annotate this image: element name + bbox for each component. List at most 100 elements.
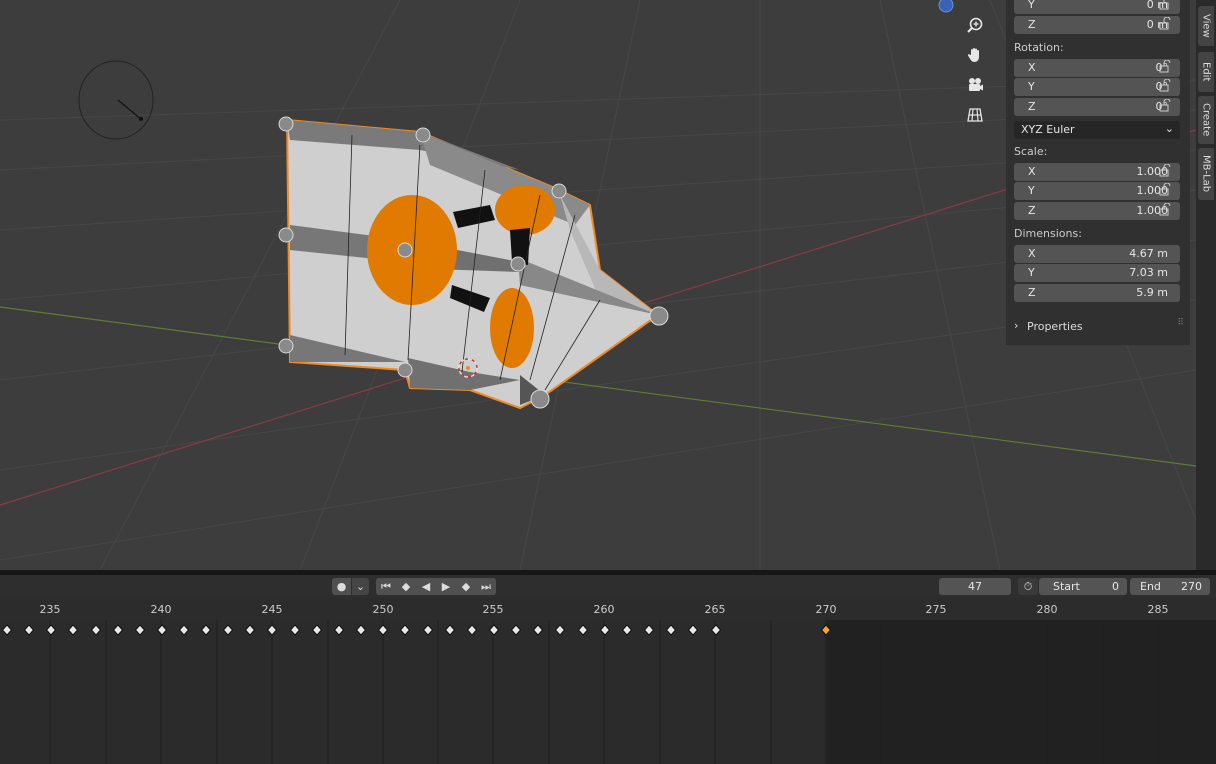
rotation-label: Rotation: — [1014, 41, 1064, 54]
jump-end-button[interactable]: ⏭ — [476, 578, 496, 595]
rotation-x-field[interactable]: X 0° — [1014, 59, 1180, 77]
keyframe[interactable] — [710, 624, 722, 636]
keyframe[interactable] — [621, 624, 633, 636]
tab-mb-lab[interactable]: MB-Lab — [1198, 148, 1214, 200]
keyframe[interactable] — [333, 624, 345, 636]
keyframe[interactable] — [156, 624, 168, 636]
hand-pan-icon[interactable] — [962, 42, 988, 68]
scale-z-field[interactable]: Z 1.000 — [1014, 202, 1180, 220]
keyframe-area[interactable] — [0, 620, 1216, 764]
end-frame-field[interactable]: End 270 — [1130, 578, 1210, 595]
dimensions-y-field[interactable]: Y 7.03 m — [1014, 264, 1180, 282]
scale-x-field[interactable]: X 1.000 — [1014, 163, 1180, 181]
drag-handle-icon[interactable]: ⠿ — [1177, 318, 1184, 328]
keyframe[interactable] — [1, 624, 13, 636]
next-keyframe-button[interactable]: ◆ — [456, 578, 476, 595]
ruler-tick: 280 — [1036, 603, 1058, 616]
keyframe[interactable] — [23, 624, 35, 636]
start-frame-field[interactable]: Start 0 — [1039, 578, 1127, 595]
grid-ortho-icon[interactable] — [962, 102, 988, 128]
frame-ruler[interactable]: 235 240 245 250 255 260 265 270 275 280 … — [0, 598, 1216, 620]
3d-viewport[interactable]: Y0 m Z0 m Rotation: X 0° Y 0° Z 0° XYZ Eule… — [0, 0, 1196, 570]
record-options-button[interactable]: ⌄ — [352, 578, 369, 595]
tab-edit[interactable]: Edit — [1198, 52, 1214, 92]
keyframe[interactable] — [554, 624, 566, 636]
scale-y-field[interactable]: Y 1.000 — [1014, 182, 1180, 200]
ruler-tick: 275 — [925, 603, 947, 616]
ruler-tick: 270 — [815, 603, 837, 616]
keyframe[interactable] — [665, 624, 677, 636]
keyframe[interactable] — [289, 624, 301, 636]
play-reverse-button[interactable]: ◀ — [416, 578, 436, 595]
keyframe[interactable] — [643, 624, 655, 636]
keyframe[interactable] — [45, 624, 57, 636]
rotation-z-field[interactable]: Z 0° — [1014, 98, 1180, 116]
z-axis-gizmo-dot[interactable] — [938, 0, 954, 13]
keyframe[interactable] — [510, 624, 522, 636]
keyframe[interactable] — [311, 624, 323, 636]
dimensions-x-field[interactable]: X 4.67 m — [1014, 245, 1180, 263]
location-y-field[interactable]: Y0 m — [1014, 0, 1180, 14]
keyframe[interactable] — [112, 624, 124, 636]
stopwatch-icon[interactable]: ⏱ — [1018, 578, 1038, 595]
record-button[interactable]: ● — [332, 578, 351, 595]
zoom-icon[interactable] — [962, 12, 988, 38]
keyframe[interactable] — [488, 624, 500, 636]
lock-icon[interactable] — [1158, 163, 1172, 178]
lock-icon[interactable] — [1158, 98, 1172, 113]
light-object[interactable] — [78, 60, 154, 140]
keyframe[interactable] — [532, 624, 544, 636]
properties-panel-header[interactable]: › Properties ⠿ — [1012, 318, 1188, 336]
ruler-tick: 285 — [1147, 603, 1169, 616]
keyframe[interactable] — [687, 624, 699, 636]
ruler-tick: 255 — [482, 603, 504, 616]
location-z-field[interactable]: Z0 m — [1014, 16, 1180, 34]
chevron-down-icon: ⌄ — [1164, 122, 1174, 135]
ruler-tick: 260 — [593, 603, 615, 616]
keyframe[interactable] — [67, 624, 79, 636]
keyframe[interactable] — [266, 624, 278, 636]
keyframe[interactable] — [377, 624, 389, 636]
current-frame-field[interactable]: 47 — [939, 578, 1011, 595]
keyframe[interactable] — [178, 624, 190, 636]
sidebar-tabs: View Edit Create MB-Lab — [1196, 0, 1216, 570]
lock-icon[interactable] — [1158, 202, 1172, 217]
keyframe[interactable] — [399, 624, 411, 636]
dimensions-z-field[interactable]: Z 5.9 m — [1014, 284, 1180, 302]
keyframe[interactable] — [200, 624, 212, 636]
keyframe[interactable] — [577, 624, 589, 636]
lock-icon[interactable] — [1158, 182, 1172, 197]
chevron-right-icon: › — [1014, 319, 1019, 332]
tab-create[interactable]: Create — [1198, 96, 1214, 144]
keyframe[interactable] — [244, 624, 256, 636]
keyframe[interactable] — [90, 624, 102, 636]
lock-icon[interactable] — [1158, 16, 1172, 31]
keyframe[interactable] — [222, 624, 234, 636]
rotation-y-field[interactable]: Y 0° — [1014, 78, 1180, 96]
keyframe[interactable] — [134, 624, 146, 636]
selected-mesh-object[interactable] — [278, 116, 669, 410]
lock-icon[interactable] — [1158, 78, 1172, 93]
keyframe[interactable] — [466, 624, 478, 636]
tab-view[interactable]: View — [1198, 6, 1214, 46]
prev-keyframe-button[interactable]: ◆ — [396, 578, 416, 595]
ruler-tick: 250 — [372, 603, 394, 616]
keyframe[interactable] — [355, 624, 367, 636]
ruler-tick: 265 — [704, 603, 726, 616]
keyframe[interactable] — [422, 624, 434, 636]
camera-icon[interactable] — [962, 72, 988, 98]
sidebar-transform-panel: Y0 m Z0 m Rotation: X 0° Y 0° Z 0° XYZ Eule… — [1006, 0, 1190, 345]
rotation-mode-select[interactable]: XYZ Euler ⌄ — [1014, 121, 1180, 139]
keyframe-track[interactable] — [0, 620, 1216, 764]
lock-icon[interactable] — [1158, 0, 1172, 11]
jump-start-button[interactable]: ⏮ — [376, 578, 396, 595]
keyframe[interactable] — [444, 624, 456, 636]
keyframe[interactable] — [599, 624, 611, 636]
timeline-header: ● ⌄ ⏮ ◆ ◀ ▶ ◆ ⏭ 47 ⏱ Start 0 End 270 — [0, 575, 1216, 598]
ruler-tick: 245 — [261, 603, 283, 616]
keyframe-selected[interactable] — [820, 624, 832, 636]
ruler-tick: 235 — [39, 603, 61, 616]
play-button[interactable]: ▶ — [436, 578, 456, 595]
ruler-tick: 240 — [150, 603, 172, 616]
lock-icon[interactable] — [1158, 59, 1172, 74]
